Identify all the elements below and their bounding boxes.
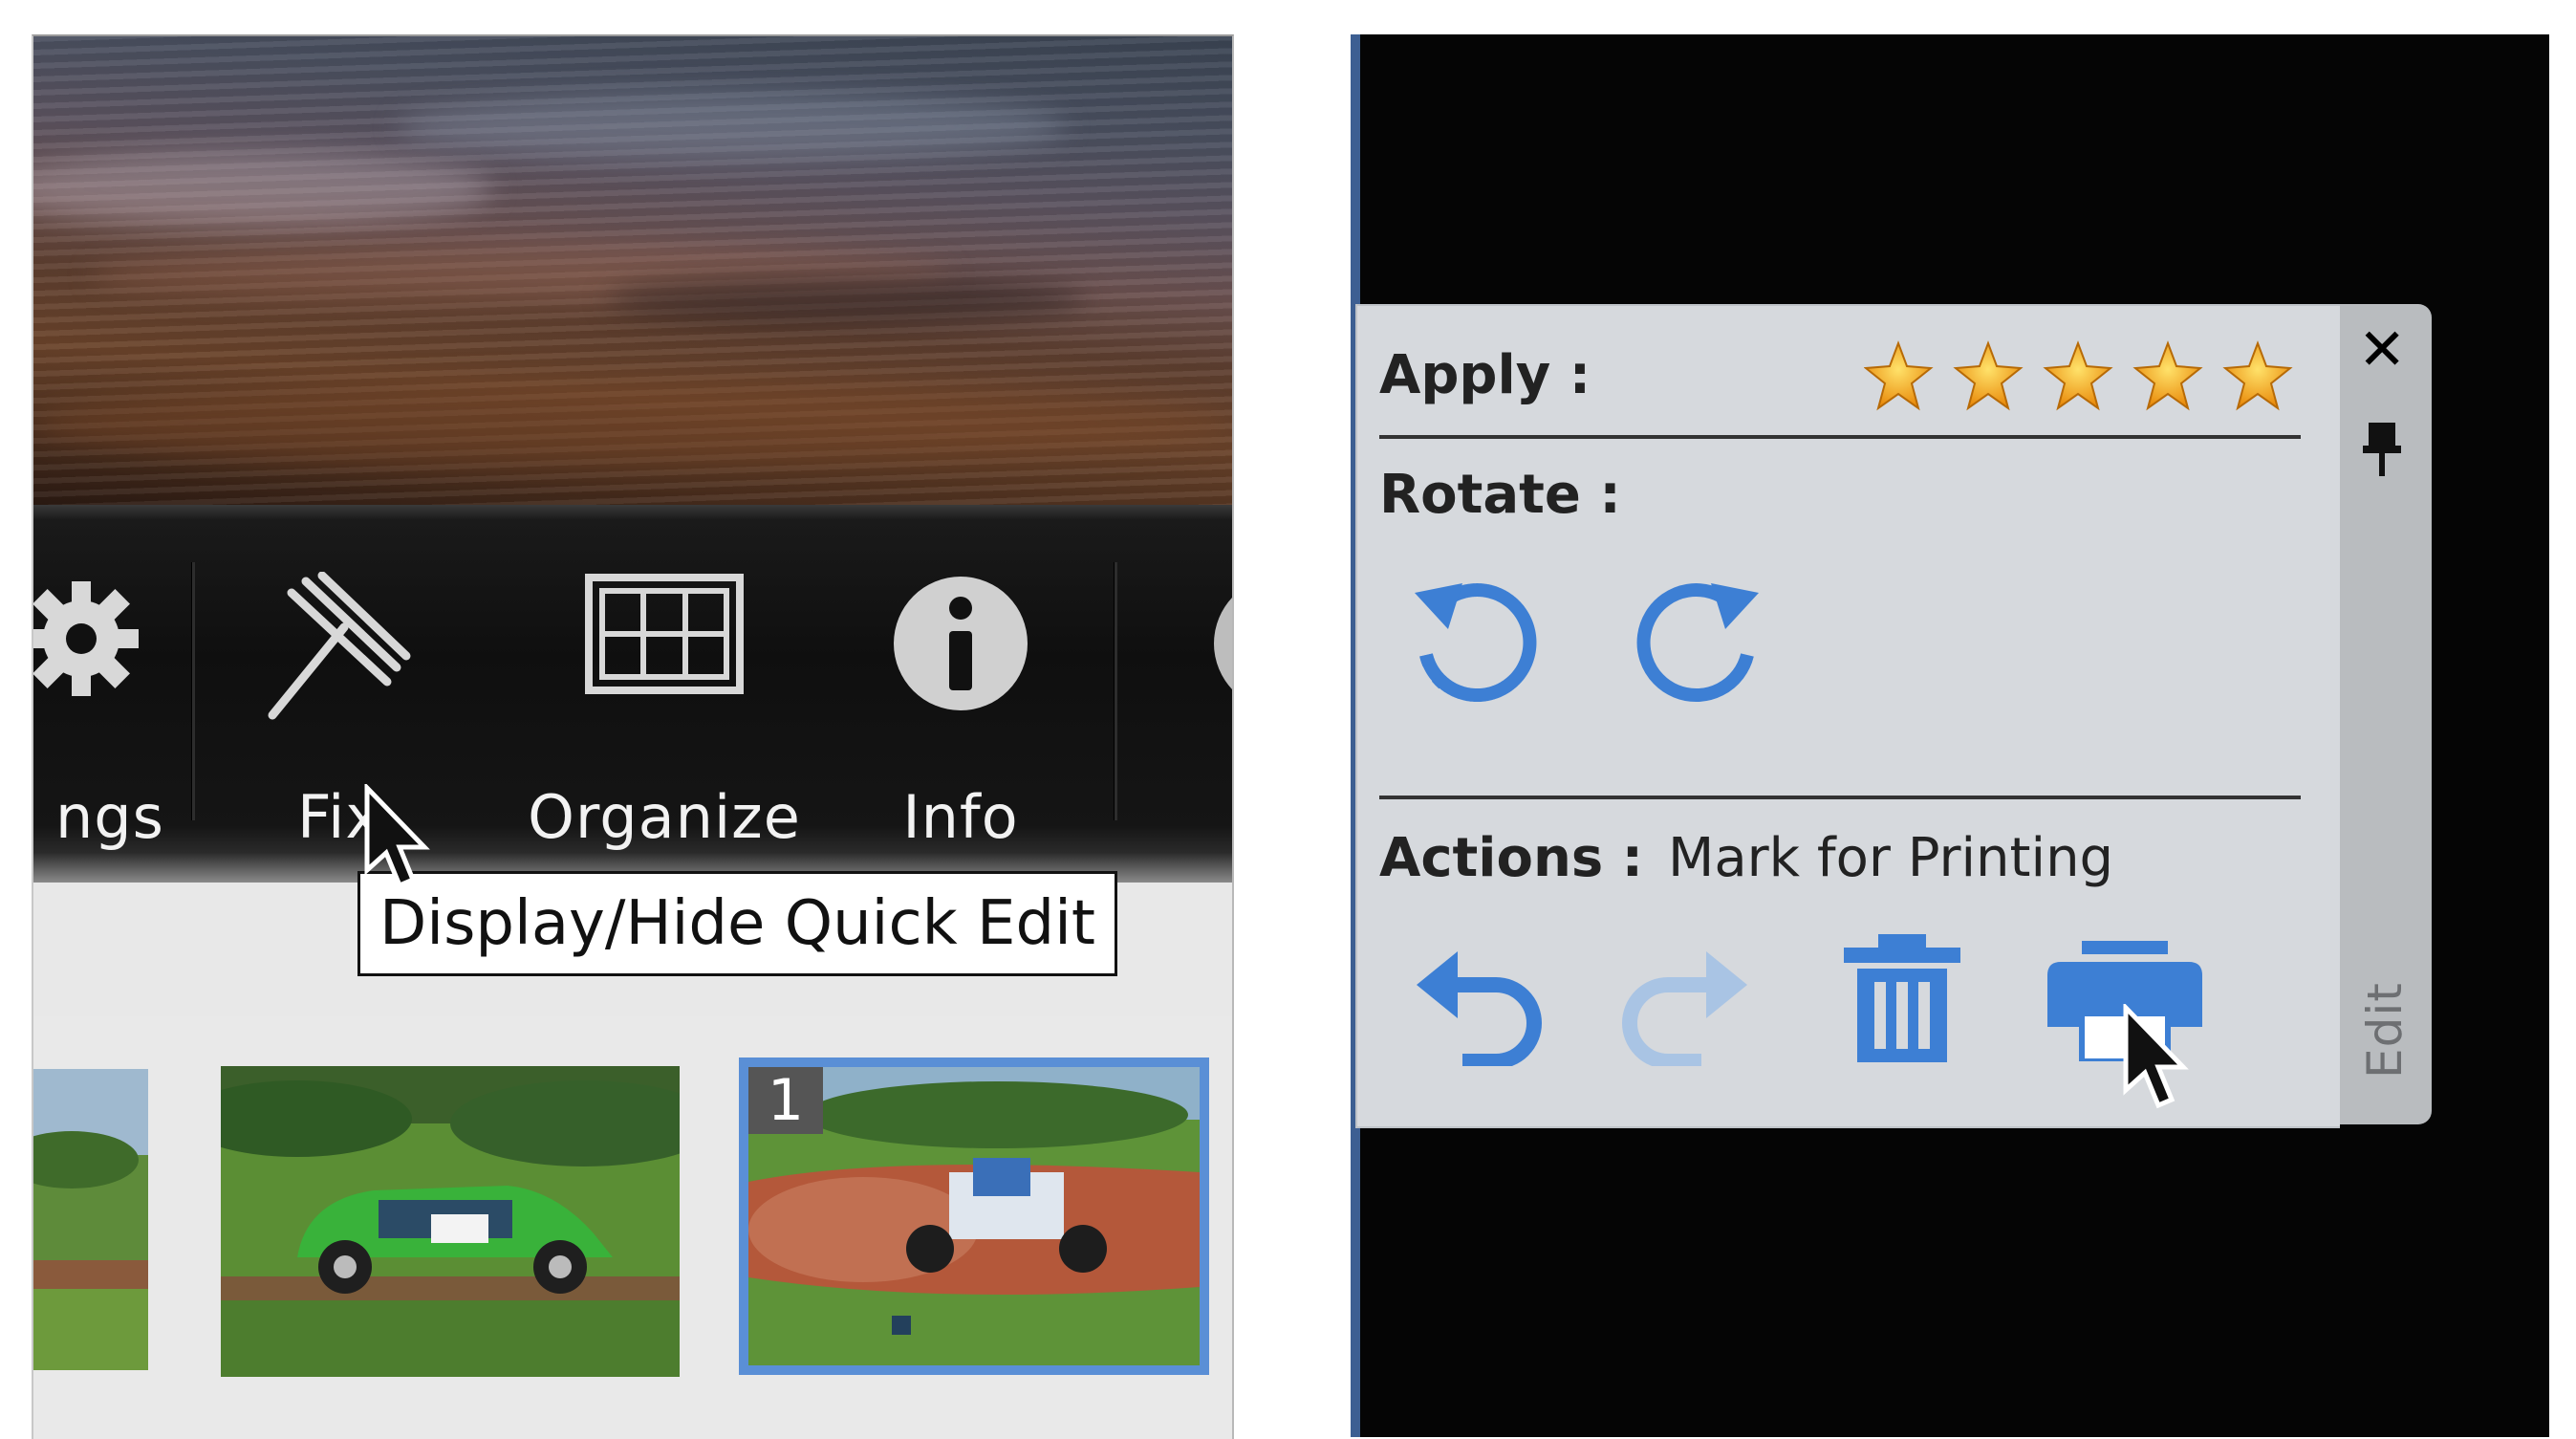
grid-icon — [583, 572, 746, 700]
star-icon — [1955, 342, 2022, 409]
redo-button[interactable] — [1615, 932, 1749, 1070]
actions-label: Actions : — [1379, 827, 1644, 889]
photo-preview — [33, 36, 1232, 505]
apply-label: Apply : — [1379, 344, 1591, 406]
rotate-right-button[interactable] — [1625, 564, 1768, 711]
gear-icon — [33, 572, 143, 709]
undo-icon — [1417, 951, 1542, 1069]
star-icon — [2224, 342, 2291, 409]
partial-icon — [1209, 572, 1232, 719]
toolbar-info-button[interactable]: Info — [875, 505, 1047, 883]
delete-button[interactable] — [1840, 932, 1964, 1070]
toolbar-organize-button[interactable]: Organize — [502, 505, 827, 883]
rating-stars[interactable] — [1864, 339, 2294, 416]
star-icon — [2134, 342, 2201, 409]
thumbnail-badge: 1 — [748, 1067, 823, 1134]
rotate-right-icon — [1636, 583, 1759, 703]
star-icon — [2045, 342, 2111, 409]
star-icon — [1865, 342, 1932, 409]
rotate-left-icon — [1415, 583, 1537, 703]
undo-button[interactable] — [1415, 932, 1548, 1070]
filmstrip: 1 — [33, 1016, 1232, 1439]
info-icon — [889, 572, 1032, 719]
main-toolbar: ngs Fix Organize Info — [33, 505, 1232, 883]
pin-icon[interactable] — [2361, 421, 2403, 482]
toolbar-info-label: Info — [902, 782, 1019, 852]
toolbar-organize-label: Organize — [528, 782, 801, 852]
trash-icon — [1844, 934, 1960, 1062]
actions-status: Mark for Printing — [1668, 827, 2114, 889]
toolbar-next-button[interactable] — [1209, 505, 1232, 883]
fix-wand-icon — [253, 571, 425, 729]
edit-tab-label[interactable]: Edit — [2357, 982, 2413, 1079]
thumbnail[interactable] — [33, 1069, 148, 1370]
toolbar-settings-button[interactable]: ngs — [33, 505, 167, 883]
rotate-left-button[interactable] — [1405, 564, 1548, 711]
thumbnail-selected[interactable]: 1 — [739, 1057, 1209, 1375]
main-app-window: ngs Fix Organize Info 1 — [32, 34, 1234, 1439]
tooltip-quick-edit: Display/Hide Quick Edit — [357, 871, 1117, 976]
thumbnail[interactable] — [221, 1066, 680, 1377]
mouse-cursor-icon — [2122, 1001, 2198, 1123]
mouse-cursor-icon — [363, 781, 440, 903]
close-icon[interactable]: ✕ — [2358, 321, 2406, 379]
redo-icon — [1622, 951, 1747, 1069]
rotate-label: Rotate : — [1379, 464, 1621, 526]
toolbar-settings-label: ngs — [55, 782, 164, 852]
